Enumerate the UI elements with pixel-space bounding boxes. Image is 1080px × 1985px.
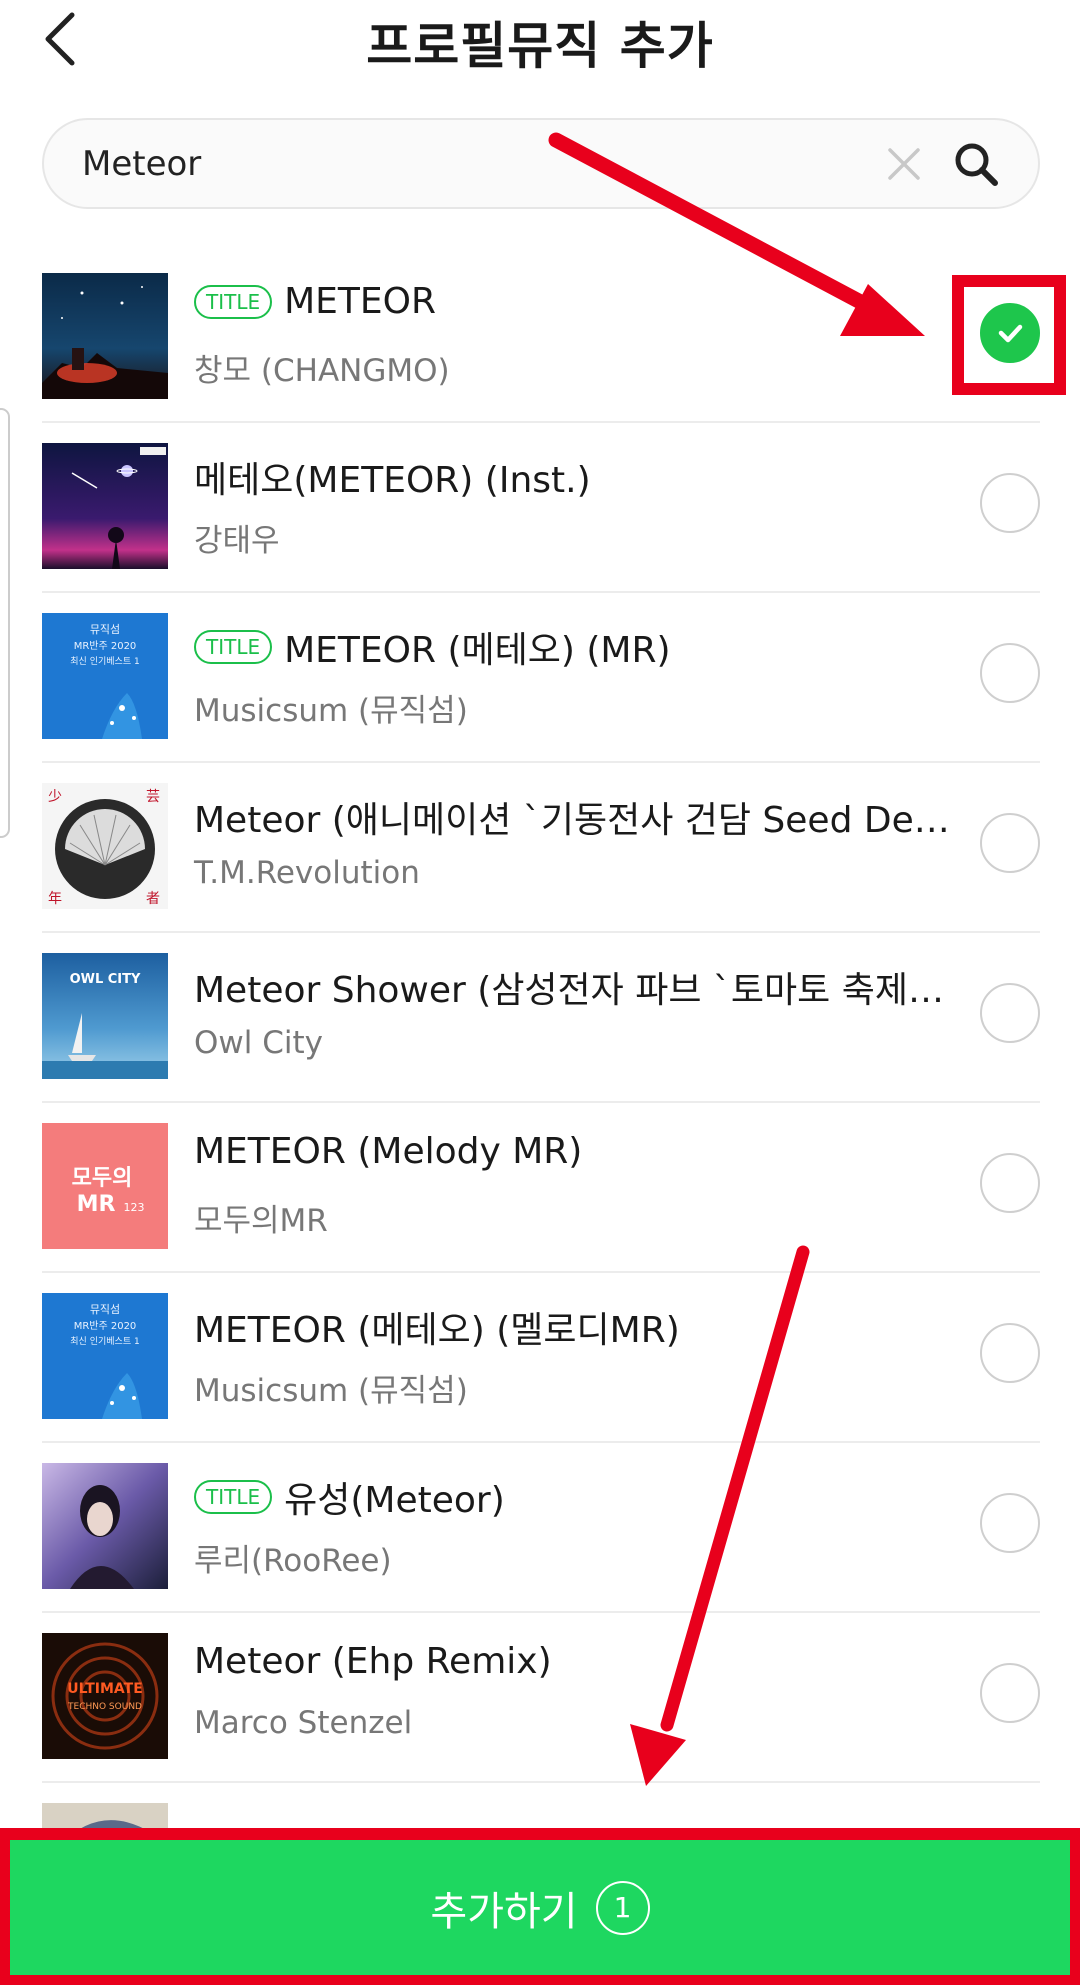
- song-row[interactable]: 모두의 MR 123 METEOR (Melody MR) 모두의MR: [0, 1103, 1080, 1273]
- song-title: METEOR (메테오) (MR): [284, 630, 671, 671]
- album-art-text: ULTIMATE: [67, 1681, 143, 1697]
- title-badge: TITLE: [194, 630, 273, 664]
- song-title: Meteor (애니메이션 `기동전사 건담 Seed De…: [194, 800, 950, 841]
- select-checkbox[interactable]: [980, 1663, 1040, 1723]
- close-icon: [888, 148, 920, 180]
- song-title: Meteor (Ehp Remix): [194, 1641, 552, 1682]
- album-art: [42, 273, 168, 399]
- album-art-text: 최신 인기베스트 1: [70, 1336, 139, 1347]
- album-art-text: 芸: [146, 789, 160, 805]
- artist-name: 모두의MR: [194, 1203, 328, 1239]
- album-art-text: MR반주 2020: [74, 640, 137, 652]
- add-button-highlight: 추가하기 1: [0, 1828, 1080, 1985]
- album-art-text: 모두의: [72, 1166, 133, 1191]
- album-art: [42, 1463, 168, 1589]
- song-row[interactable]: OWL CITY Meteor Shower (삼성전자 파브 `토마토 축제……: [0, 933, 1080, 1103]
- album-art: 少 芸 年 者: [42, 783, 168, 909]
- artist-name: 강태우: [194, 523, 280, 559]
- artist-name: Owl City: [194, 1025, 323, 1061]
- add-button[interactable]: 추가하기 1: [10, 1840, 1070, 1975]
- select-checkbox[interactable]: [980, 473, 1040, 533]
- song-row[interactable]: 少 芸 年 者 Meteor (애니메이션 `기동전사 건담 Seed De… …: [0, 763, 1080, 933]
- search-input[interactable]: [82, 120, 882, 207]
- song-title: 메테오(METEOR) (Inst.): [194, 460, 591, 501]
- song-row[interactable]: 뮤직섬 MR반주 2020 최신 인기베스트 1 METEOR (메테오) (멜…: [0, 1273, 1080, 1443]
- song-list: TITLE METEOR 창모 (CHANGMO) 메테오(METEOR) (I…: [0, 253, 1080, 1953]
- search-button[interactable]: [948, 136, 1004, 192]
- artist-name: 창모 (CHANGMO): [194, 353, 450, 389]
- header-bar: 프로필뮤직 추가: [0, 0, 1080, 90]
- song-title: 유성(Meteor): [284, 1480, 505, 1521]
- select-checkbox[interactable]: [980, 1493, 1040, 1553]
- artist-name: 루리(RooRee): [194, 1543, 392, 1579]
- clear-search-button[interactable]: [880, 140, 928, 188]
- album-art-text: 최신 인기베스트 1: [70, 656, 139, 667]
- album-art-text: OWL CITY: [70, 972, 141, 987]
- album-art-text: 뮤직섬: [90, 623, 120, 636]
- title-badge: TITLE: [194, 1480, 273, 1514]
- song-row[interactable]: 뮤직섬 MR반주 2020 최신 인기베스트 1 TITLE METEOR (메…: [0, 593, 1080, 763]
- select-checkbox[interactable]: [980, 1153, 1040, 1213]
- artist-name: Musicsum (뮤직섬): [194, 1373, 468, 1409]
- artist-name: Marco Stenzel: [194, 1705, 413, 1741]
- annotation-highlight-box: [952, 275, 1066, 395]
- song-title: METEOR: [284, 281, 437, 322]
- title-badge: TITLE: [194, 284, 273, 319]
- album-art: 뮤직섬 MR반주 2020 최신 인기베스트 1: [42, 613, 168, 739]
- add-button-label: 추가하기: [430, 1888, 578, 1935]
- album-art-text: 者: [146, 891, 160, 907]
- album-art-text: 少: [48, 789, 62, 805]
- search-bar: [42, 118, 1040, 209]
- album-art: ULTIMATE TECHNO SOUND: [42, 1633, 168, 1759]
- album-art-text: 年: [48, 891, 62, 907]
- select-checkbox[interactable]: [980, 813, 1040, 873]
- song-row[interactable]: ULTIMATE TECHNO SOUND Meteor (Ehp Remix)…: [0, 1613, 1080, 1783]
- album-art-text: 123: [124, 1201, 145, 1214]
- artist-name: Musicsum (뮤직섬): [194, 693, 468, 729]
- search-icon: [955, 143, 998, 186]
- song-title: Meteor Shower (삼성전자 파브 `토마토 축제…: [194, 970, 944, 1011]
- song-title: METEOR (Melody MR): [194, 1131, 583, 1172]
- select-checkbox[interactable]: [980, 1323, 1040, 1383]
- song-row[interactable]: TITLE 유성(Meteor) 루리(RooRee): [0, 1443, 1080, 1613]
- song-title: METEOR (메테오) (멜로디MR): [194, 1310, 680, 1351]
- album-art-text: MR반주 2020: [74, 1320, 137, 1332]
- album-art-text: MR: [77, 1192, 116, 1217]
- select-checkbox[interactable]: [980, 983, 1040, 1043]
- selected-count-badge: 1: [595, 1880, 650, 1935]
- album-art: 뮤직섬 MR반주 2020 최신 인기베스트 1: [42, 1293, 168, 1419]
- album-art-text: 뮤직섬: [90, 1303, 120, 1316]
- album-art: [42, 443, 168, 569]
- artist-name: T.M.Revolution: [194, 855, 420, 891]
- song-row[interactable]: TITLE METEOR 창모 (CHANGMO): [0, 253, 1080, 423]
- song-row[interactable]: 메테오(METEOR) (Inst.) 강태우: [0, 423, 1080, 593]
- album-art-text: TECHNO SOUND: [67, 1702, 142, 1712]
- page-title: 프로필뮤직 추가: [366, 17, 714, 75]
- select-checkbox[interactable]: [980, 643, 1040, 703]
- album-art: 모두의 MR 123: [42, 1123, 168, 1249]
- album-art: OWL CITY: [42, 953, 168, 1079]
